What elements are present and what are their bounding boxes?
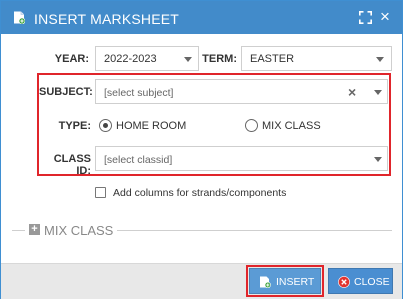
term-label: TERM: [202, 53, 237, 65]
add-columns-label: Add columns for strands/components [113, 187, 287, 199]
add-columns-checkbox[interactable] [95, 187, 106, 198]
radio-mix-class-label: MIX CLASS [262, 120, 321, 132]
chevron-down-icon [374, 90, 382, 95]
term-value: EASTER [250, 53, 295, 65]
clear-icon[interactable]: × [348, 84, 356, 100]
mix-class-section-title[interactable]: MIX CLASS [44, 223, 113, 238]
close-button[interactable]: CLOSE [328, 268, 393, 294]
radio-home-room-label: HOME ROOM [116, 120, 187, 132]
year-select[interactable]: 2022-2023 [95, 46, 199, 71]
chevron-down-icon [374, 157, 382, 162]
year-label: YEAR: [54, 53, 89, 65]
insert-marksheet-dialog: INSERT MARKSHEET × YEAR: 2022-2023 TERM:… [0, 0, 403, 299]
subject-placeholder: [select subject] [104, 87, 174, 99]
section-divider [12, 230, 25, 231]
radio-mix-class[interactable] [245, 119, 258, 132]
close-icon[interactable]: × [380, 7, 390, 27]
close-button-label: CLOSE [354, 276, 390, 288]
insert-button-label: INSERT [276, 276, 315, 288]
maximize-icon[interactable] [359, 11, 372, 24]
class-id-select[interactable]: [select classid] [95, 146, 388, 171]
year-value: 2022-2023 [104, 53, 157, 65]
subject-select[interactable]: [select subject] × [95, 79, 388, 104]
subject-label: SUBJECT: [39, 86, 93, 98]
add-document-icon [14, 11, 25, 24]
type-label: TYPE: [58, 120, 91, 132]
insert-button[interactable]: INSERT [249, 268, 321, 294]
chevron-down-icon [184, 57, 192, 62]
section-divider [117, 230, 392, 231]
expand-plus-icon[interactable]: + [29, 224, 40, 235]
term-select[interactable]: EASTER [241, 46, 392, 71]
chevron-down-icon [376, 57, 384, 62]
add-document-icon [260, 276, 271, 288]
class-id-label: CLASS ID: [53, 153, 91, 177]
radio-home-room[interactable] [99, 119, 112, 132]
class-id-placeholder: [select classid] [104, 154, 173, 166]
dialog-titlebar[interactable]: INSERT MARKSHEET × [1, 1, 402, 34]
close-circle-icon [338, 276, 350, 288]
dialog-title: INSERT MARKSHEET [34, 11, 180, 27]
